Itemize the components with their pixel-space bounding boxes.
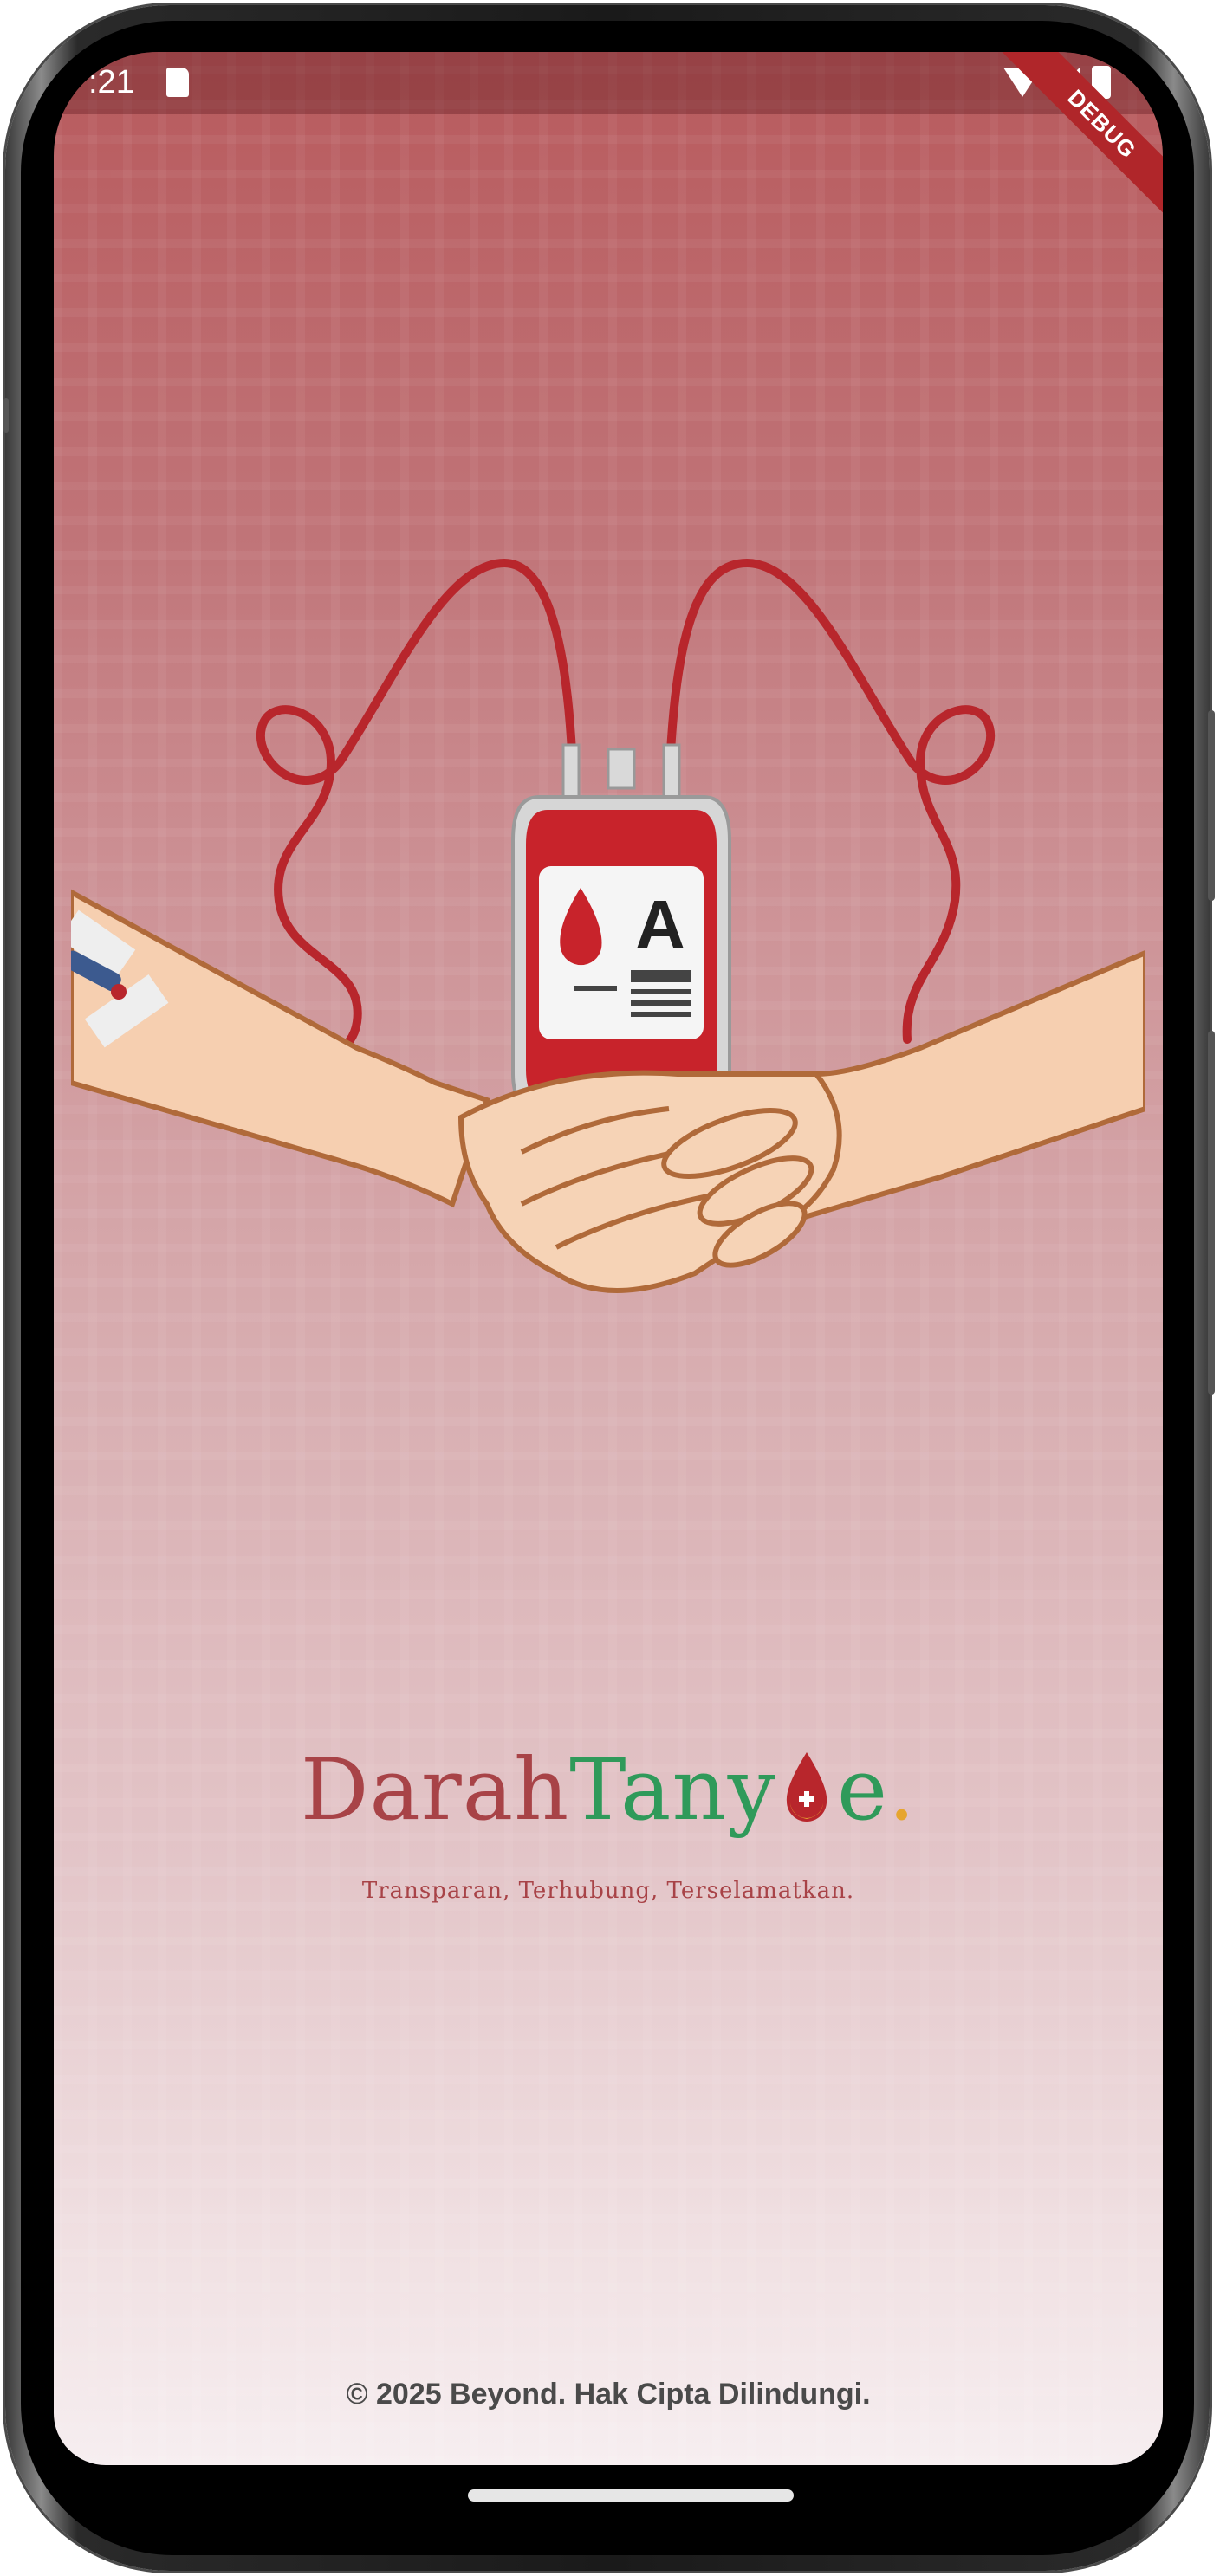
blood-type-label: A [635, 886, 685, 963]
volume-button [1208, 1031, 1215, 1395]
logo-part-darah: Darah [300, 1741, 570, 1840]
app-logo: DarahTany e. [54, 1741, 1163, 1840]
blood-donation-illustration: A [71, 558, 1145, 1293]
logo-drop-icon [786, 1752, 827, 1822]
left-side-button [3, 398, 9, 433]
status-bar: :21 [54, 52, 1163, 114]
logo-part-tany: Tany [569, 1741, 776, 1840]
home-indicator[interactable] [468, 2489, 794, 2502]
status-time: :21 [88, 64, 134, 100]
app-tagline: Transparan, Terhubung, Terselamatkan. [361, 1878, 855, 1904]
handshake-icon [458, 1070, 842, 1293]
copyright-text: © 2025 Beyond. Hak Cipta Dilindungi. [346, 2378, 871, 2411]
sd-card-icon [166, 68, 189, 97]
power-button [1208, 710, 1215, 901]
logo-part-e: e [836, 1741, 888, 1840]
blood-bag-icon: A [511, 743, 731, 1123]
donor-arm [71, 889, 490, 1208]
logo-part-dot: . [887, 1741, 917, 1840]
splash-screen: :21 DEBUG A DarahTany e. Transparan, Ter… [54, 52, 1163, 2465]
